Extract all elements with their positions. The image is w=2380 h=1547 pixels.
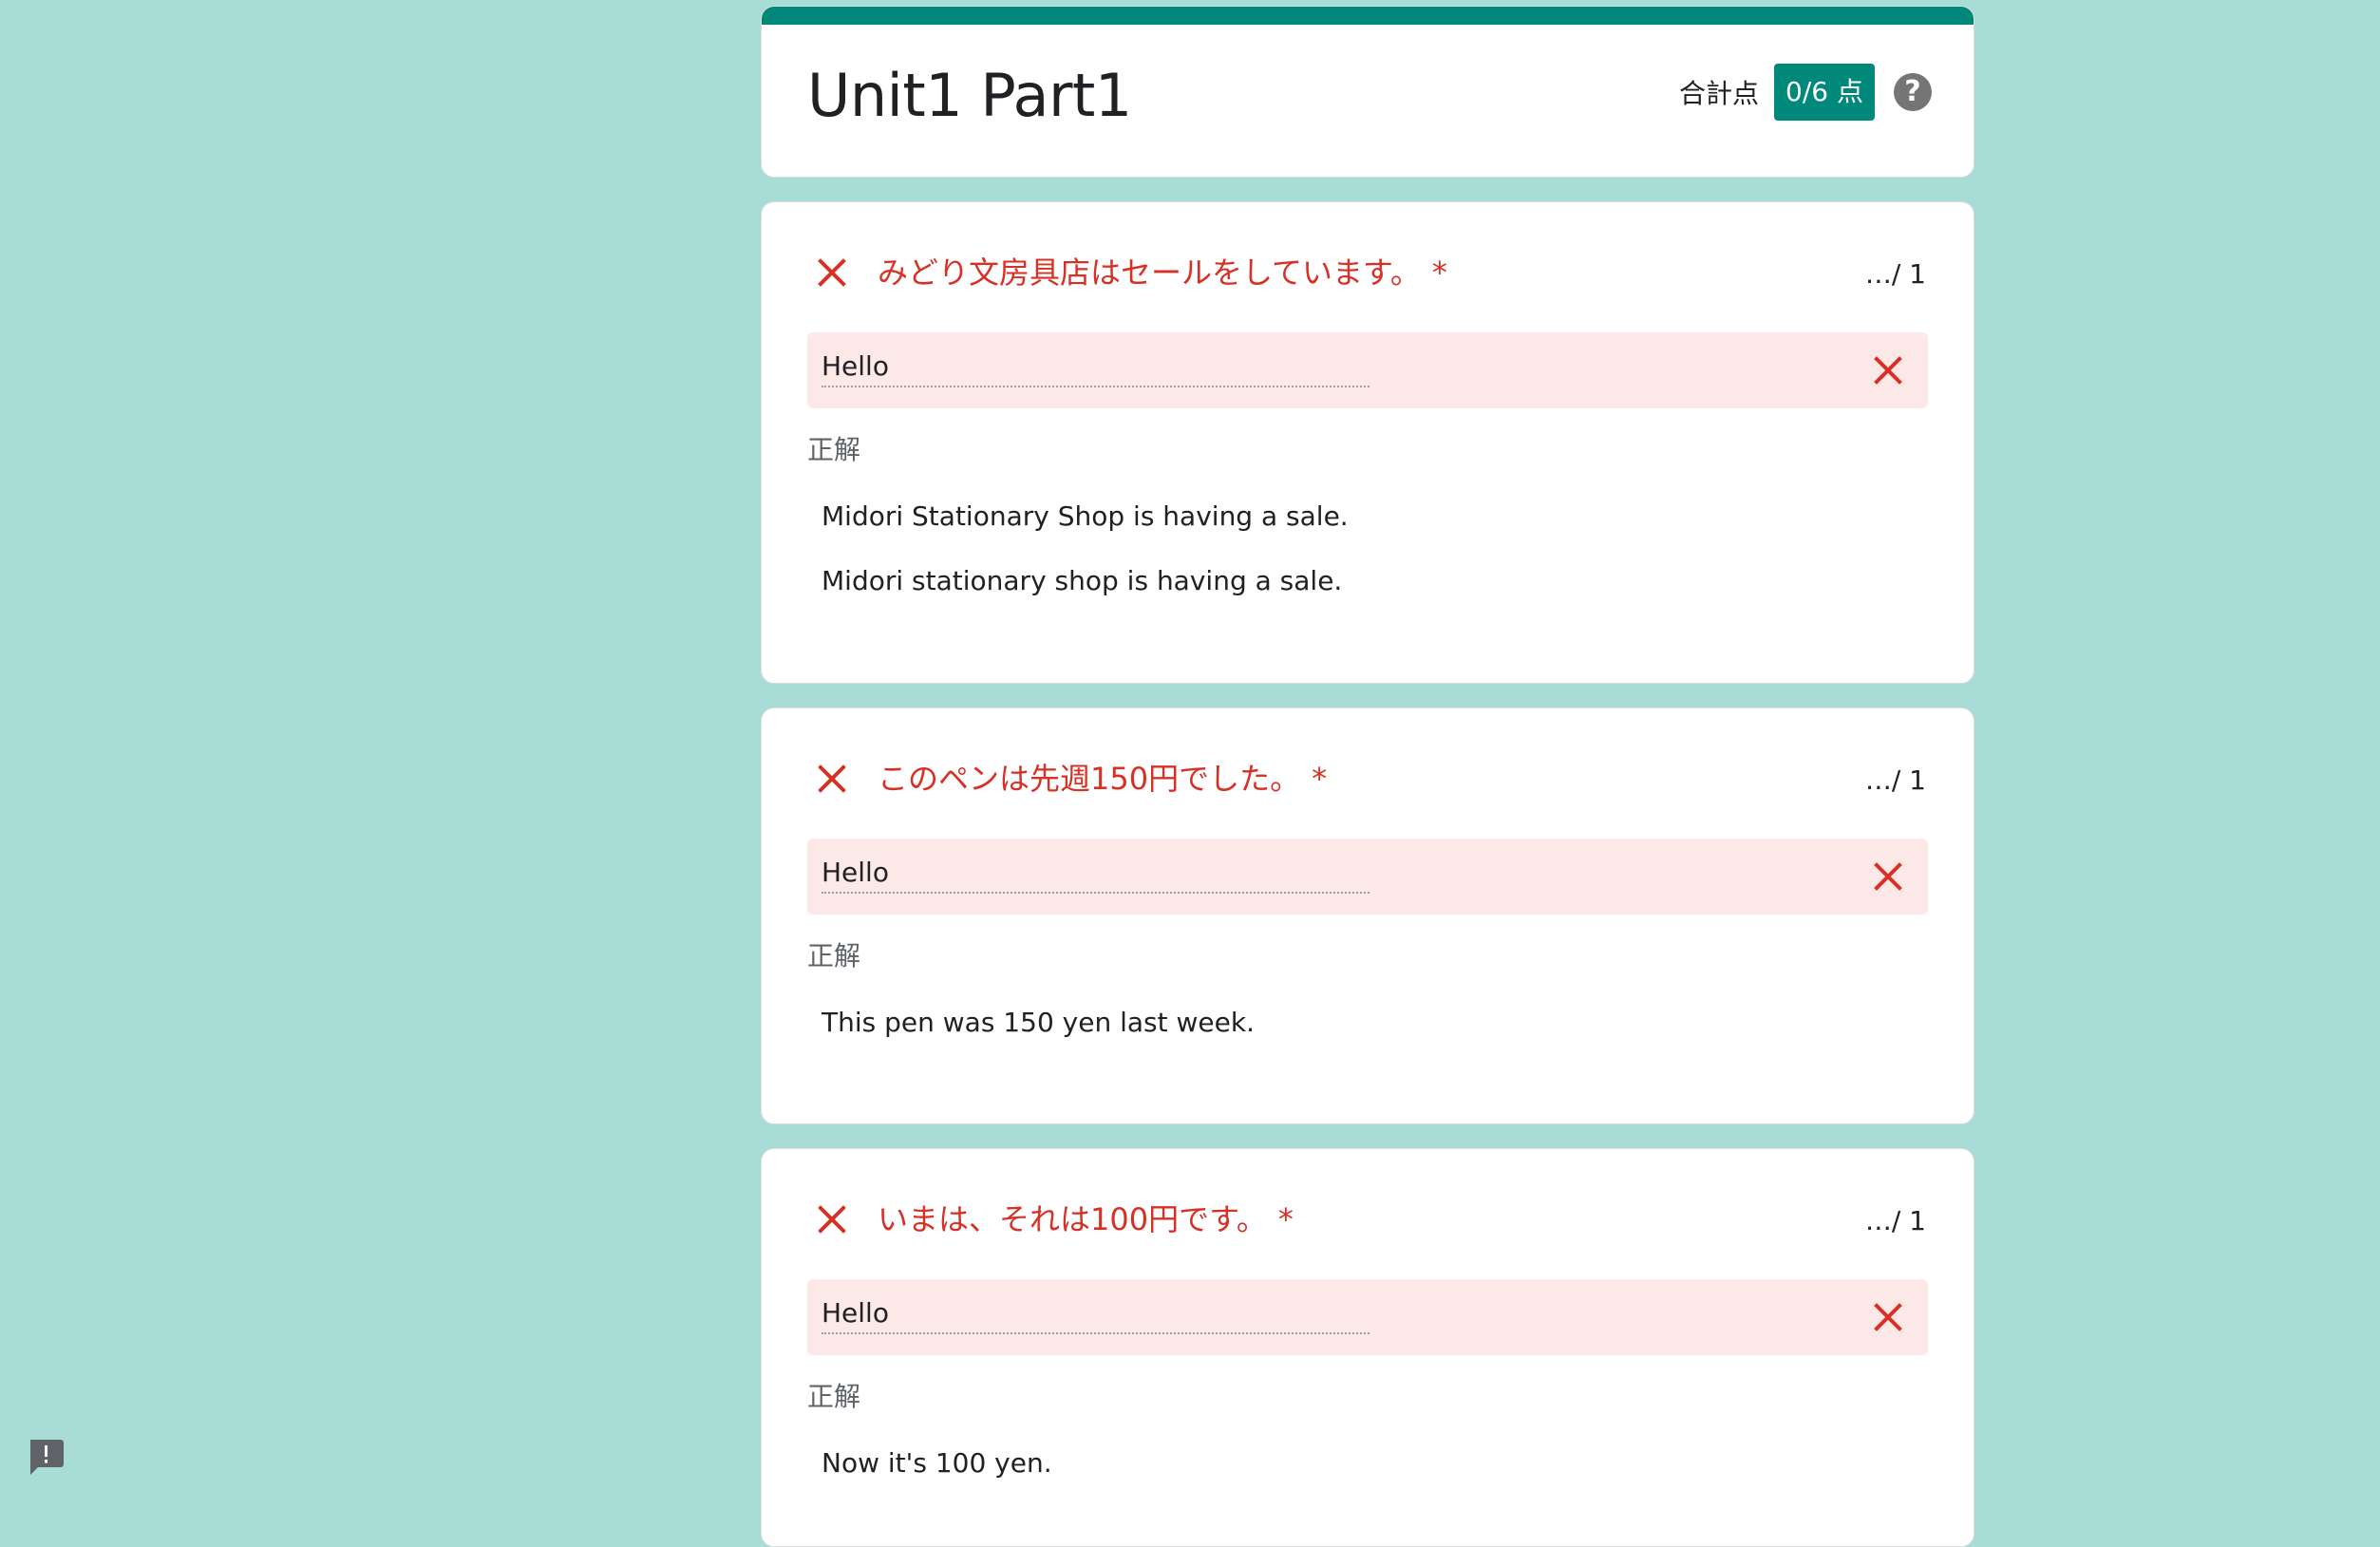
question-title: いまは、それは100円です。 * — [878, 1200, 1294, 1238]
question-points: …/ 1 — [1864, 258, 1926, 290]
correct-answer: Midori stationary shop is having a sale. — [822, 565, 1343, 596]
question-header: いまは、それは100円です。 * …/ 1 — [807, 1200, 1928, 1238]
answer-box: Hello — [807, 839, 1928, 915]
answer-text: Hello — [822, 856, 1369, 894]
required-marker: * — [1431, 255, 1447, 291]
question-points: …/ 1 — [1864, 764, 1926, 796]
correct-answer: Midori Stationary Shop is having a sale. — [822, 500, 1349, 532]
correct-answer-label: 正解 — [807, 940, 861, 972]
close-icon — [1874, 356, 1902, 385]
question-card-2: このペンは先週150円でした。 * …/ 1 Hello 正解 This pen … — [761, 707, 1974, 1124]
question-card-3: いまは、それは100円です。 * …/ 1 Hello 正解 Now it's 1… — [761, 1148, 1974, 1547]
correct-answer-label: 正解 — [807, 1381, 861, 1412]
feedback-icon[interactable] — [25, 1436, 66, 1478]
total-score: 合計点 0/6 点 ? — [1679, 64, 1932, 121]
question-text: いまは、それは100円です。 — [878, 1201, 1267, 1237]
form-title: Unit1 Part1 — [807, 61, 1132, 130]
close-icon — [1874, 862, 1902, 891]
question-points: …/ 1 — [1864, 1205, 1926, 1236]
answer-text: Hello — [822, 349, 1369, 387]
header-accent-bar — [762, 7, 1974, 25]
total-score-label: 合計点 — [1679, 78, 1760, 109]
question-header: このペンは先週150円でした。 * …/ 1 — [807, 760, 1928, 798]
close-icon — [1874, 1303, 1902, 1331]
answer-box: Hello — [807, 332, 1928, 408]
incorrect-icon — [818, 764, 846, 793]
correct-answer: This pen was 150 yen last week. — [822, 1007, 1255, 1038]
incorrect-icon — [818, 258, 846, 287]
score-badge: 0/6 点 — [1774, 64, 1875, 121]
required-marker: * — [1312, 761, 1328, 797]
question-title: このペンは先週150円でした。 * — [878, 760, 1327, 798]
incorrect-icon — [818, 1205, 846, 1234]
question-text: みどり文房具店はセールをしています。 — [878, 255, 1421, 291]
question-card-1: みどり文房具店はセールをしています。 * …/ 1 Hello 正解 Midori… — [761, 201, 1974, 684]
help-icon[interactable]: ? — [1894, 73, 1932, 111]
required-marker: * — [1277, 1201, 1294, 1237]
correct-answer-label: 正解 — [807, 434, 861, 465]
correct-answer: Now it's 100 yen. — [822, 1447, 1052, 1479]
answer-box: Hello — [807, 1279, 1928, 1355]
question-text: このペンは先週150円でした。 — [878, 761, 1301, 797]
form-header-card: Unit1 Part1 合計点 0/6 点 ? — [761, 6, 1974, 178]
question-header: みどり文房具店はセールをしています。 * …/ 1 — [807, 254, 1928, 292]
question-title: みどり文房具店はセールをしています。 * — [878, 254, 1447, 292]
answer-text: Hello — [822, 1296, 1369, 1334]
